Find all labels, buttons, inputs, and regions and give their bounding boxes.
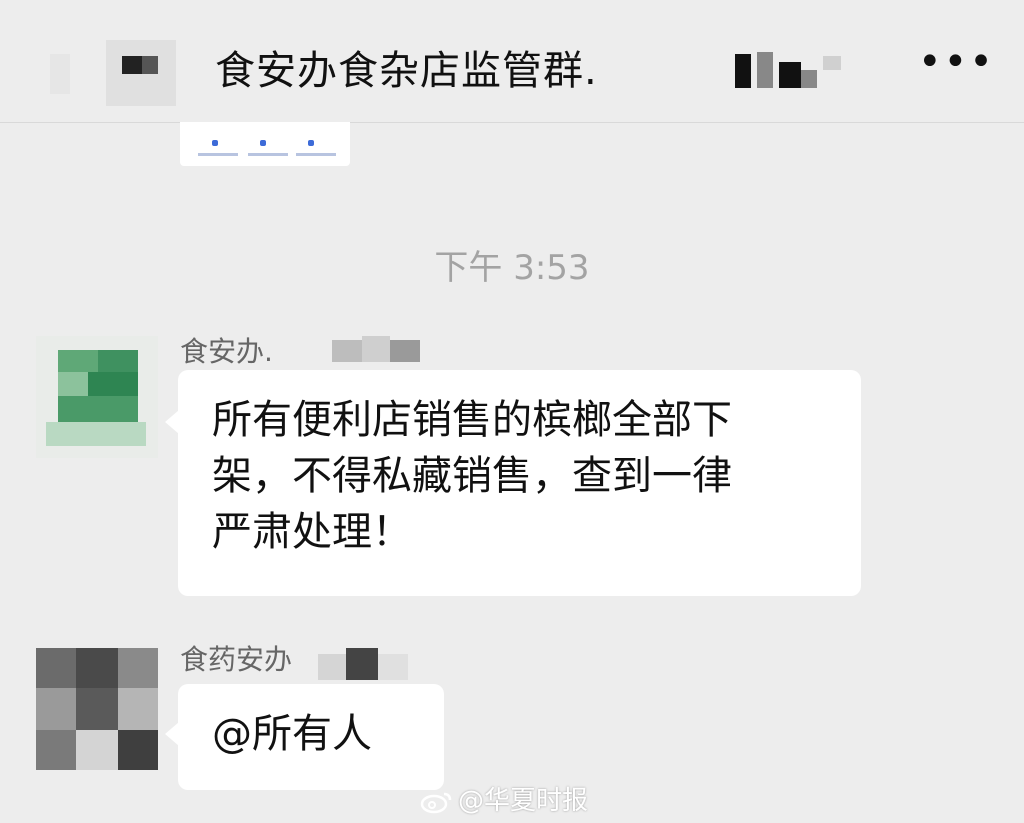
sender-name: 食药安办: [180, 643, 293, 676]
pixelated-avatar-placeholder[interactable]: [50, 40, 176, 106]
pixelated-member-count: [735, 52, 845, 92]
bubble-tail: [165, 722, 179, 746]
more-dots-icon[interactable]: •••: [918, 42, 995, 82]
message-line: 严肃处理！: [212, 509, 412, 555]
watermark: @华夏时报: [420, 780, 588, 817]
chat-header: 食安办食杂店监管群. •••: [0, 0, 1024, 123]
sender-name: 食安办.: [180, 335, 273, 368]
message-timestamp: 下午 3:53: [434, 248, 590, 288]
weibo-icon: [420, 792, 452, 813]
message-bubble[interactable]: 所有便利店销售的槟榔全部下 架，不得私藏销售，查到一律 严肃处理！: [165, 370, 861, 596]
pixelated-sender-suffix: [318, 648, 408, 682]
pixelated-sender-suffix: [332, 336, 420, 366]
avatar[interactable]: [36, 648, 158, 770]
message-line: @所有人: [212, 711, 372, 757]
message-line: 架，不得私藏销售，查到一律: [212, 453, 732, 499]
avatar[interactable]: [36, 336, 158, 458]
chat-title: 食安办食杂店监管群.: [215, 48, 598, 94]
watermark-text: @华夏时报: [458, 786, 589, 816]
shared-card-thumbnail[interactable]: [180, 122, 350, 166]
bubble-tail: [165, 410, 179, 434]
message-bubble[interactable]: @所有人: [165, 684, 444, 790]
message-line: 所有便利店销售的槟榔全部下: [212, 397, 732, 443]
